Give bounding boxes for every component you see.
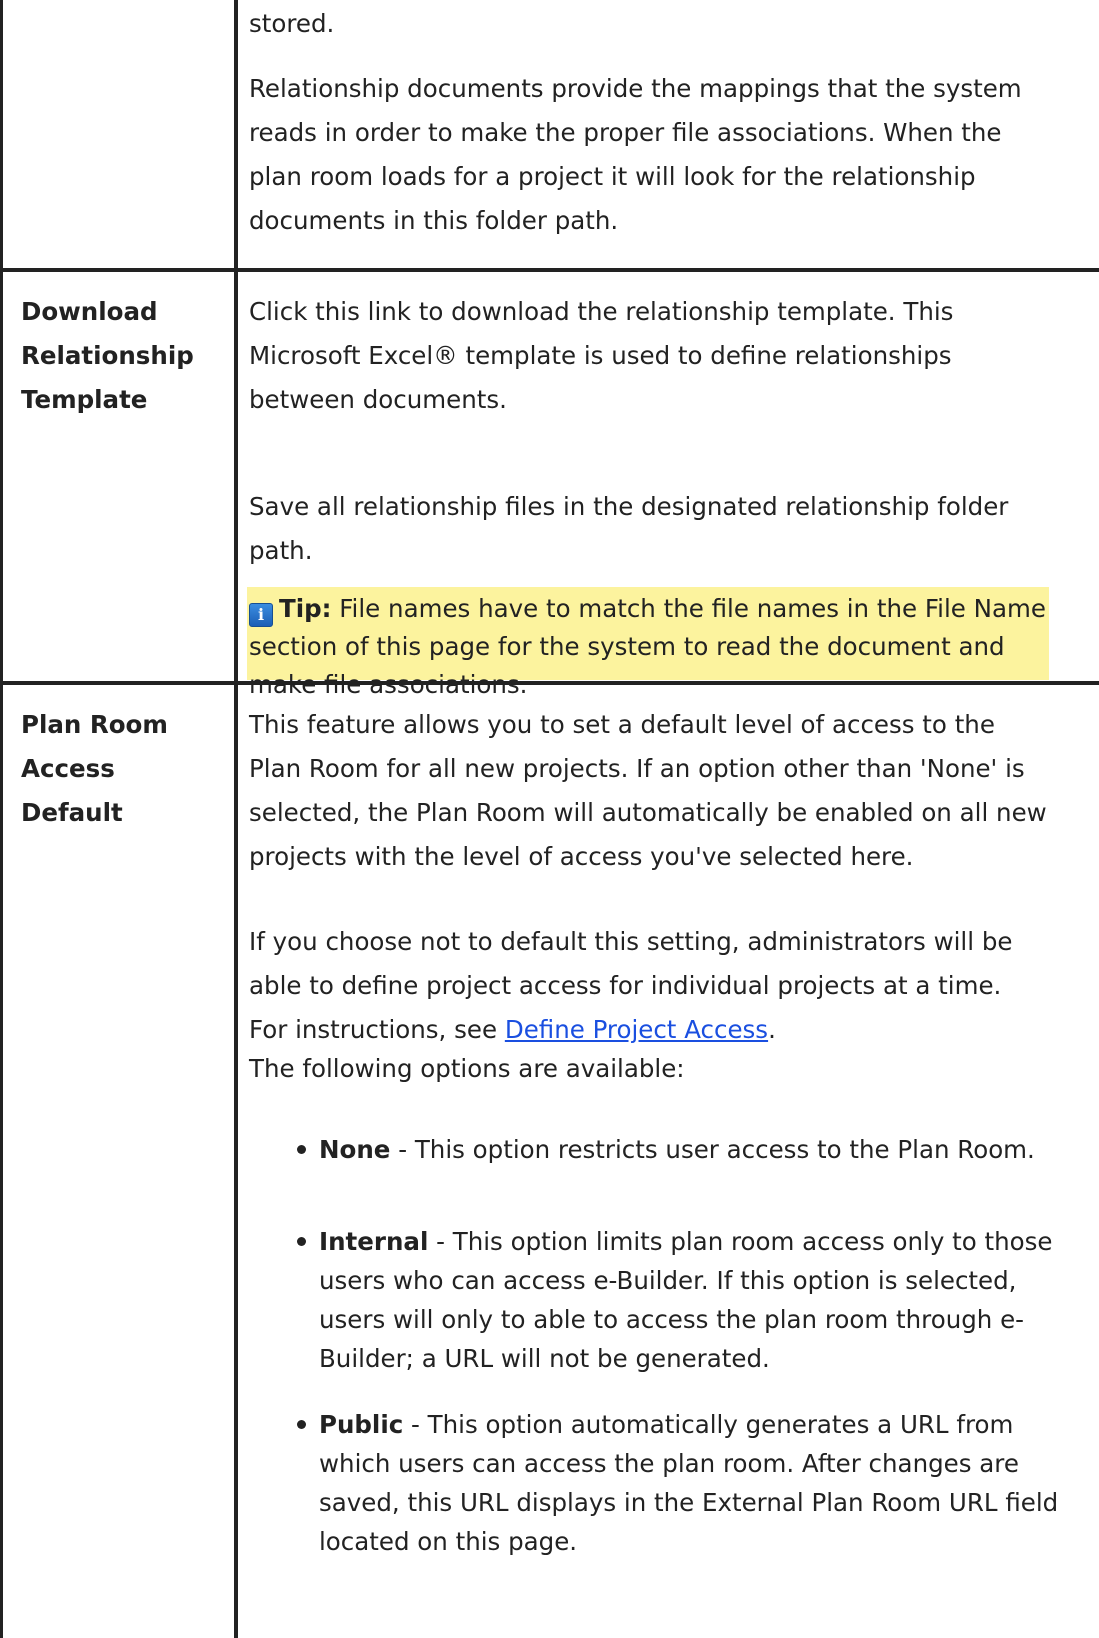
list-item: Internal - This option limits plan room …	[297, 1222, 1059, 1378]
paragraph: Relationship documents provide the mappi…	[249, 74, 1022, 235]
info-icon: i	[249, 603, 273, 627]
paragraph: stored.	[249, 9, 335, 38]
settings-table: stored. Relationship documents provide t…	[0, 0, 1099, 1638]
paragraph: Save all relationship files in the desig…	[249, 492, 1009, 565]
instructions-prefix: For instructions, see	[249, 1015, 505, 1044]
description-cell: This feature allows you to set a default…	[249, 703, 1049, 879]
description-cell: Save all relationship files in the desig…	[249, 485, 1039, 573]
option-name: None	[319, 1135, 391, 1164]
option-description: - This option limits plan room access on…	[319, 1227, 1053, 1373]
description-cell: Relationship documents provide the mappi…	[249, 67, 1049, 243]
description-cell: The following options are available:	[249, 1047, 1069, 1091]
term-plan-room-access-default: Plan Room Access Default	[21, 710, 168, 827]
paragraph: Click this link to download the relation…	[249, 297, 954, 414]
description-cell: stored.	[249, 2, 1069, 46]
column-divider	[234, 0, 238, 1638]
define-project-access-link[interactable]: Define Project Access	[505, 1015, 768, 1044]
paragraph: For instructions, see Define Project Acc…	[249, 1008, 1049, 1052]
list-item: None - This option restricts user access…	[297, 1130, 1059, 1169]
paragraph: The following options are available:	[249, 1054, 685, 1083]
option-description: - This option restricts user access to t…	[390, 1135, 1035, 1164]
paragraph: If you choose not to default this settin…	[249, 927, 1013, 1000]
option-name: Internal	[319, 1227, 429, 1256]
term-download-relationship-template: Download Relationship Template	[21, 297, 194, 414]
tip-label: Tip:	[279, 594, 332, 623]
instructions-suffix: .	[768, 1015, 776, 1044]
paragraph: This feature allows you to set a default…	[249, 710, 1047, 871]
option-description: - This option automatically generates a …	[319, 1410, 1059, 1556]
tip-content: i Tip: File names have to match the file …	[249, 590, 1049, 704]
list-item: Public - This option automatically gener…	[297, 1405, 1059, 1561]
description-cell: If you choose not to default this settin…	[249, 920, 1049, 1052]
tip-text: File names have to match the file names …	[249, 594, 1046, 699]
row-divider	[3, 268, 1099, 272]
description-cell: Click this link to download the relation…	[249, 290, 1039, 422]
option-name: Public	[319, 1410, 404, 1439]
